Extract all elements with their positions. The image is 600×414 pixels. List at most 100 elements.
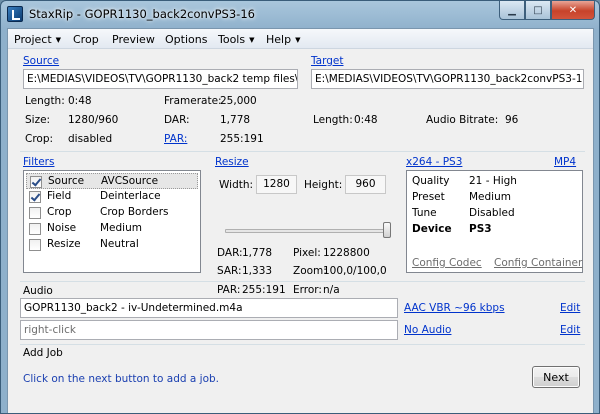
encoder-header-link[interactable]: x264 - PS3 <box>406 156 462 168</box>
menu-help[interactable]: Help ▼ <box>266 33 300 46</box>
section-divider <box>20 344 585 345</box>
source-par-value: 255:191 <box>220 133 264 145</box>
resize-slider-track[interactable] <box>225 229 391 233</box>
resize-par-label: PAR: <box>217 284 241 296</box>
resize-dar-label: DAR: <box>217 247 243 259</box>
filter-row-field[interactable]: Field Deinterlace <box>26 189 198 205</box>
encoder-quality-value: 21 - High <box>469 175 517 187</box>
source-par-link[interactable]: PAR: <box>164 133 187 145</box>
filter-row-noise[interactable]: Noise Medium <box>26 221 198 237</box>
menu-help-label: Help <box>266 33 292 46</box>
filter-row-source[interactable]: Source AVCSource <box>26 173 198 189</box>
audio-track2-field[interactable]: right-click <box>20 320 398 340</box>
section-divider <box>20 281 585 282</box>
filter-field-checkbox[interactable] <box>29 191 41 203</box>
filter-crop-checkbox[interactable] <box>29 207 41 219</box>
resize-sar-value: 1,333 <box>242 265 273 277</box>
encoder-preset-key: Preset <box>412 191 445 203</box>
encoder-tune-key: Tune <box>412 207 437 219</box>
next-button[interactable]: Next <box>532 366 580 388</box>
filter-name: Field <box>47 190 72 202</box>
encoder-device-key: Device <box>412 223 452 235</box>
menu-preview[interactable]: Preview <box>112 33 155 46</box>
chevron-down-icon: ▼ <box>55 36 62 44</box>
menu-project[interactable]: Project ▼ <box>14 33 61 46</box>
source-framerate-label: Framerate: <box>164 95 222 107</box>
filter-name: Noise <box>47 222 77 234</box>
maximize-icon: □ <box>533 4 543 16</box>
chevron-down-icon: ▼ <box>295 36 301 44</box>
addjob-section-title: Add Job <box>23 347 63 359</box>
source-size-label: Size: <box>25 114 51 126</box>
source-header-link[interactable]: Source <box>23 55 59 67</box>
filter-name: Crop <box>47 206 72 218</box>
source-framerate-value: 25,000 <box>220 95 257 107</box>
menu-tools-label: Tools <box>218 33 246 46</box>
source-crop-value: disabled <box>68 133 113 145</box>
resize-sar-label: SAR: <box>217 265 242 277</box>
audio-track2-profile-link[interactable]: No Audio <box>404 324 451 336</box>
filter-value: AVCSource <box>101 175 159 187</box>
target-path-field[interactable]: E:\MEDIAS\VIDEOS\TV\GOPR1130_back2convPS… <box>311 69 584 89</box>
minimize-button[interactable]: ▁ <box>499 1 525 20</box>
staxrip-app-icon <box>7 6 23 22</box>
resize-dar-value: 1,778 <box>242 247 273 259</box>
resize-slider-thumb[interactable] <box>383 222 391 238</box>
minimize-icon: ▁ <box>508 4 516 16</box>
resize-pixel-label: Pixel: <box>293 247 321 259</box>
config-codec-link[interactable]: Config Codec <box>412 257 482 269</box>
close-button[interactable]: ✕ <box>551 1 595 20</box>
filter-value: Neutral <box>100 238 139 250</box>
filter-value: Deinterlace <box>100 190 161 202</box>
source-crop-label: Crop: <box>25 133 54 145</box>
audio-track1-profile-link[interactable]: AAC VBR ~96 kbps <box>404 302 505 314</box>
filters-header-link[interactable]: Filters <box>23 156 54 168</box>
menu-tools[interactable]: Tools ▼ <box>218 33 255 46</box>
window-controls: ▁ □ ✕ <box>499 1 595 20</box>
resize-par-value: 255:191 <box>242 284 286 296</box>
container-mp4-link[interactable]: MP4 <box>554 156 576 168</box>
filter-noise-checkbox[interactable] <box>29 223 41 235</box>
menu-options[interactable]: Options <box>165 33 207 46</box>
target-bitrate-label: Audio Bitrate: <box>426 114 499 126</box>
menu-bar: Project ▼ Crop Preview Options Tools ▼ Hel… <box>8 29 593 49</box>
filter-row-crop[interactable]: Crop Crop Borders <box>26 205 198 221</box>
target-header-link[interactable]: Target <box>311 55 343 67</box>
encoder-tune-value: Disabled <box>469 207 515 219</box>
source-length-label: Length: <box>25 95 65 107</box>
target-bitrate-value: 96 <box>505 114 519 126</box>
encoder-quality-key: Quality <box>412 175 450 187</box>
resize-height-label: Height: <box>304 179 343 191</box>
resize-zoom-label: Zoom: <box>293 265 327 277</box>
audio-track1-field[interactable]: GOPR1130_back2 - iv-Undetermined.m4a <box>20 298 398 318</box>
source-length-value: 0:48 <box>68 95 92 107</box>
audio-track1-edit-link[interactable]: Edit <box>560 302 580 314</box>
target-length-value: 0:48 <box>354 114 378 126</box>
resize-width-label: Width: <box>219 179 254 191</box>
title-bar[interactable]: StaxRip - GOPR1130_back2convPS3-16 ▁ □ ✕ <box>1 1 599 27</box>
filters-list[interactable]: Source AVCSource Field Deinterlace Crop … <box>23 170 201 273</box>
window-title: StaxRip - GOPR1130_back2convPS3-16 <box>29 7 255 21</box>
filter-row-resize[interactable]: Resize Neutral <box>26 237 198 253</box>
config-container-link[interactable]: Config Container <box>494 257 582 269</box>
close-icon: ✕ <box>568 4 578 16</box>
audio-section-title: Audio <box>23 285 53 297</box>
filter-resize-checkbox[interactable] <box>29 239 41 251</box>
filter-source-checkbox[interactable] <box>30 176 42 188</box>
main-panel: Project ▼ Crop Preview Options Tools ▼ Hel… <box>7 28 594 413</box>
resize-pixel-value: 1228800 <box>323 247 370 259</box>
maximize-button[interactable]: □ <box>525 1 551 20</box>
encoder-preset-value: Medium <box>469 191 511 203</box>
resize-width-input[interactable]: 1280 <box>256 175 297 194</box>
filter-name: Source <box>48 175 85 187</box>
resize-header-link[interactable]: Resize <box>215 156 249 168</box>
addjob-hint-text: Click on the next button to add a job. <box>23 373 220 385</box>
resize-height-input[interactable]: 960 <box>345 175 386 194</box>
resize-error-value: n/a <box>323 284 340 296</box>
menu-crop[interactable]: Crop <box>73 33 99 46</box>
source-path-field[interactable]: E:\MEDIAS\VIDEOS\TV\GOPR1130_back2 temp … <box>23 69 298 89</box>
menu-project-label: Project <box>14 33 52 46</box>
audio-track2-edit-link[interactable]: Edit <box>560 324 580 336</box>
resize-zoom-value: 100,0/100,0 <box>323 265 387 277</box>
target-length-label: Length: <box>313 114 353 126</box>
